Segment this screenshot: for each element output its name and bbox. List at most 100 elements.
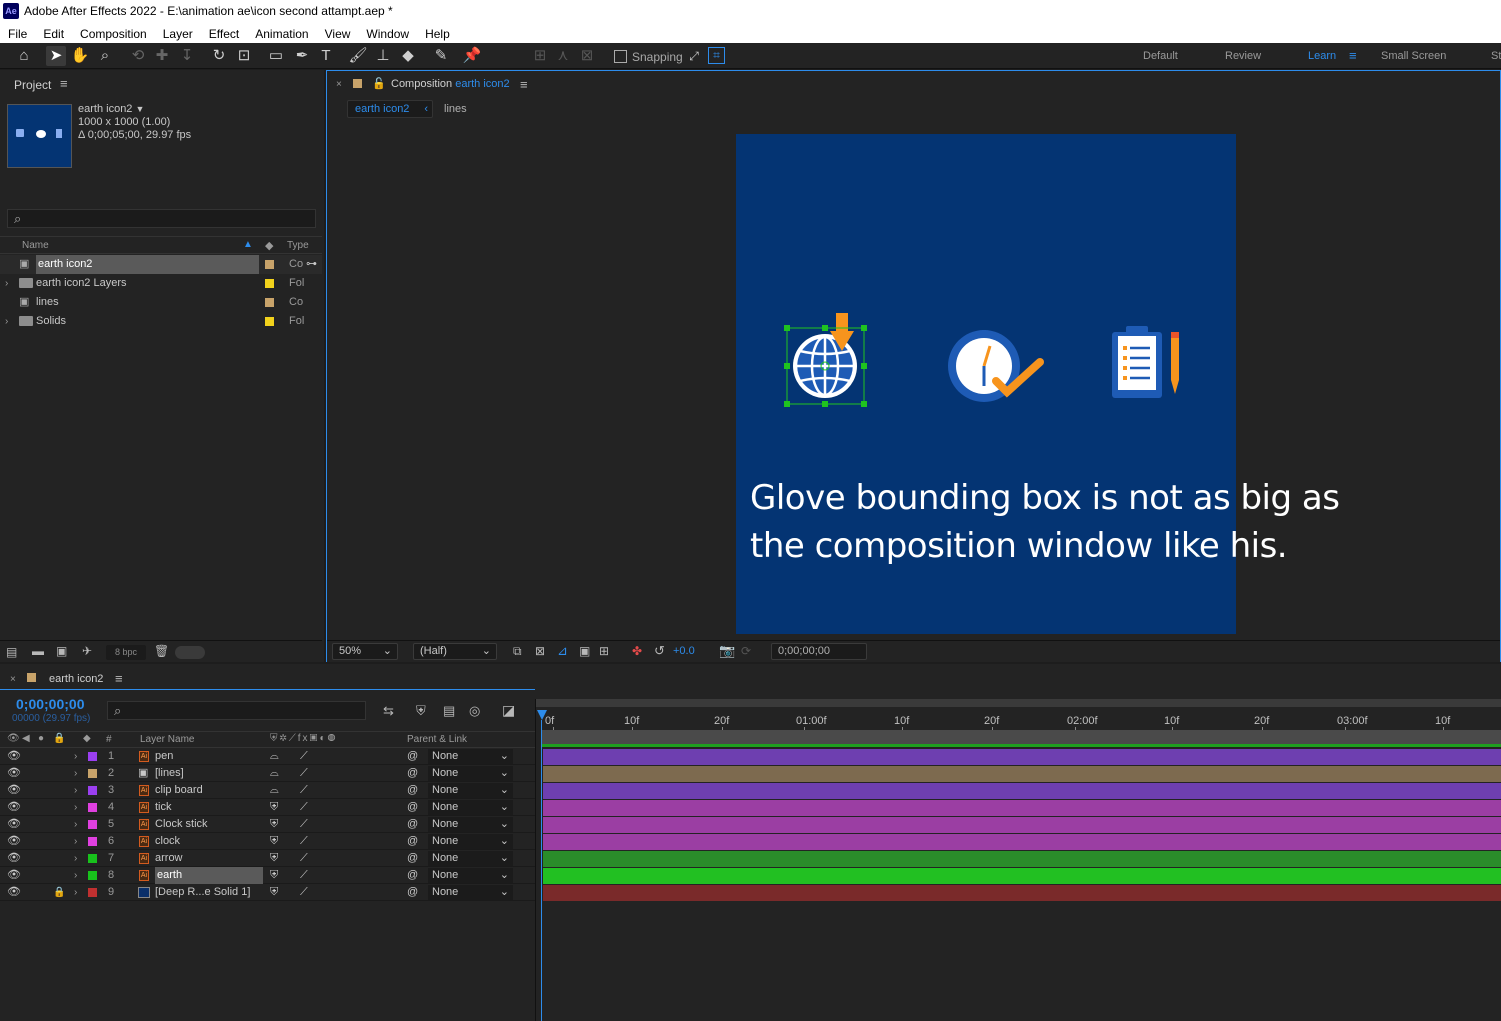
layer-name-header[interactable]: Layer Name: [140, 734, 194, 745]
close-tab-icon[interactable]: ×: [336, 79, 342, 90]
layer-label-color[interactable]: [88, 752, 97, 761]
graph-editor-icon[interactable]: ◪: [502, 702, 515, 719]
lock-icon[interactable]: 🔓: [372, 77, 386, 90]
expand-chevron-icon[interactable]: ›: [74, 816, 77, 833]
workspace-small-screen[interactable]: Small Screen: [1381, 50, 1446, 62]
layer-label-color[interactable]: [88, 871, 97, 880]
snapping-checkbox[interactable]: [614, 50, 627, 63]
puppet-pin-tool-icon[interactable]: 📌: [462, 46, 482, 66]
layer-row[interactable]: 👁 › 5 Ai Clock stick ⛨ ⟋ @ None ⌄: [0, 816, 535, 833]
layer-label-color[interactable]: [88, 837, 97, 846]
pen-tool-icon[interactable]: ✒: [292, 46, 312, 66]
pick-whip-icon[interactable]: @: [407, 765, 418, 782]
workspace-default[interactable]: Default: [1143, 50, 1178, 62]
adjust-settings-icon[interactable]: ✈: [82, 644, 92, 658]
eye-icon[interactable]: 👁: [7, 799, 21, 816]
bpc-button[interactable]: 8 bpc: [106, 645, 146, 660]
eraser-tool-icon[interactable]: ◆: [398, 46, 418, 66]
rotation-tool-icon[interactable]: ↻: [209, 46, 229, 66]
column-type[interactable]: Type: [287, 240, 309, 251]
expand-chevron-icon[interactable]: ›: [74, 782, 77, 799]
clock-icon[interactable]: [944, 326, 1049, 406]
home-icon[interactable]: ⌂: [14, 46, 34, 66]
label-column-icon[interactable]: ◆: [265, 239, 273, 252]
layer-duration-bar[interactable]: [543, 766, 1501, 782]
continuously-rasterize-icon[interactable]: ⌓: [270, 782, 279, 799]
quality-icon[interactable]: ⟋: [300, 867, 308, 884]
menu-window[interactable]: Window: [358, 23, 417, 43]
quality-icon[interactable]: ⟋: [300, 850, 308, 867]
menu-layer[interactable]: Layer: [155, 23, 201, 43]
timeline-current-time[interactable]: 0;00;00;00: [16, 696, 85, 712]
layer-row[interactable]: 👁 › 4 Ai tick ⛨ ⟋ @ None ⌄: [0, 799, 535, 816]
new-composition-icon[interactable]: ▣: [56, 644, 67, 658]
quality-icon[interactable]: ⟋: [300, 782, 308, 799]
eye-icon[interactable]: 👁: [7, 850, 21, 867]
expand-chevron-icon[interactable]: ›: [74, 867, 77, 884]
layer-name[interactable]: pen: [155, 748, 173, 765]
expand-chevron-icon[interactable]: ›: [5, 274, 8, 293]
mask-visibility-icon[interactable]: ⊿: [557, 643, 568, 659]
quality-icon[interactable]: ⟋: [300, 884, 308, 901]
panel-menu-icon[interactable]: ≡: [60, 76, 68, 91]
layer-label-color[interactable]: [88, 820, 97, 829]
pick-whip-icon[interactable]: @: [407, 833, 418, 850]
column-name[interactable]: Name: [22, 240, 49, 251]
eye-icon[interactable]: 👁: [7, 748, 21, 765]
eye-icon[interactable]: 👁: [7, 816, 21, 833]
pick-whip-icon[interactable]: @: [407, 799, 418, 816]
project-panel-title[interactable]: Project: [14, 78, 51, 92]
parent-dropdown[interactable]: None ⌄: [428, 851, 513, 866]
breadcrumb-earth-icon2[interactable]: earth icon2 ‹: [347, 100, 433, 118]
local-axis-icon[interactable]: ⊞: [530, 46, 550, 66]
menu-animation[interactable]: Animation: [247, 23, 316, 43]
expand-chevron-icon[interactable]: ›: [74, 748, 77, 765]
project-item[interactable]: ▣ lines Co: [0, 293, 322, 312]
pick-whip-icon[interactable]: @: [407, 867, 418, 884]
shy-layers-icon[interactable]: ⛨: [416, 703, 426, 719]
layer-name[interactable]: clip board: [155, 782, 203, 799]
eye-icon[interactable]: 👁: [7, 765, 21, 782]
layer-label-color[interactable]: [88, 769, 97, 778]
eye-icon[interactable]: 👁: [7, 833, 21, 850]
show-snapshot-icon[interactable]: ⟳: [741, 644, 751, 658]
brush-tool-icon[interactable]: 🖌: [348, 46, 368, 66]
parent-dropdown[interactable]: None ⌄: [428, 800, 513, 815]
world-axis-icon[interactable]: ⋏: [553, 46, 573, 66]
layer-name[interactable]: clock: [155, 833, 180, 850]
pick-whip-icon[interactable]: @: [407, 748, 418, 765]
layer-row[interactable]: 👁 › 6 Ai clock ⛨ ⟋ @ None ⌄: [0, 833, 535, 850]
quality-icon[interactable]: ⟋: [300, 765, 308, 782]
layer-duration-bar[interactable]: [543, 834, 1501, 850]
roto-brush-tool-icon[interactable]: ✎: [431, 46, 451, 66]
expand-chevron-icon[interactable]: ›: [74, 765, 77, 782]
info-dropdown-icon[interactable]: ▼: [136, 104, 145, 114]
layer-row[interactable]: 👁 › 7 Ai arrow ⛨ ⟋ @ None ⌄: [0, 850, 535, 867]
globe-icon[interactable]: [780, 309, 872, 411]
rectangle-tool-icon[interactable]: ▭: [266, 46, 286, 66]
grid-guides-icon[interactable]: ⊞: [599, 644, 609, 658]
flowchart-icon[interactable]: ⊶: [306, 255, 317, 274]
layer-name[interactable]: arrow: [155, 850, 183, 867]
parent-dropdown[interactable]: None ⌄: [428, 885, 513, 900]
layer-label-color[interactable]: [88, 803, 97, 812]
eye-icon[interactable]: 👁: [7, 884, 21, 901]
parent-dropdown[interactable]: None ⌄: [428, 834, 513, 849]
orbit-camera-icon[interactable]: ⟲: [128, 46, 148, 66]
motion-blur-icon[interactable]: ◎: [469, 703, 480, 719]
lock-icon[interactable]: 🔒: [53, 884, 65, 901]
layer-duration-bar[interactable]: [543, 800, 1501, 816]
parent-dropdown[interactable]: None ⌄: [428, 817, 513, 832]
frame-blending-icon[interactable]: ▤: [443, 703, 455, 719]
layer-duration-bar[interactable]: [543, 868, 1501, 884]
continuously-rasterize-icon[interactable]: ⌓: [270, 765, 279, 782]
dolly-camera-icon[interactable]: ↧: [177, 46, 197, 66]
pick-whip-icon[interactable]: @: [407, 850, 418, 867]
close-timeline-tab-icon[interactable]: ×: [10, 674, 16, 685]
sort-ascending-icon[interactable]: ▲: [243, 239, 253, 250]
layer-row[interactable]: 👁 › 1 Ai pen ⌓ ⟋ @ None ⌄: [0, 748, 535, 765]
workspace-learn[interactable]: Learn: [1308, 50, 1336, 62]
layer-row[interactable]: 👁 › 3 Ai clip board ⌓ ⟋ @ None ⌄: [0, 782, 535, 799]
type-tool-icon[interactable]: T: [316, 46, 336, 66]
layer-duration-bar[interactable]: [543, 749, 1501, 765]
